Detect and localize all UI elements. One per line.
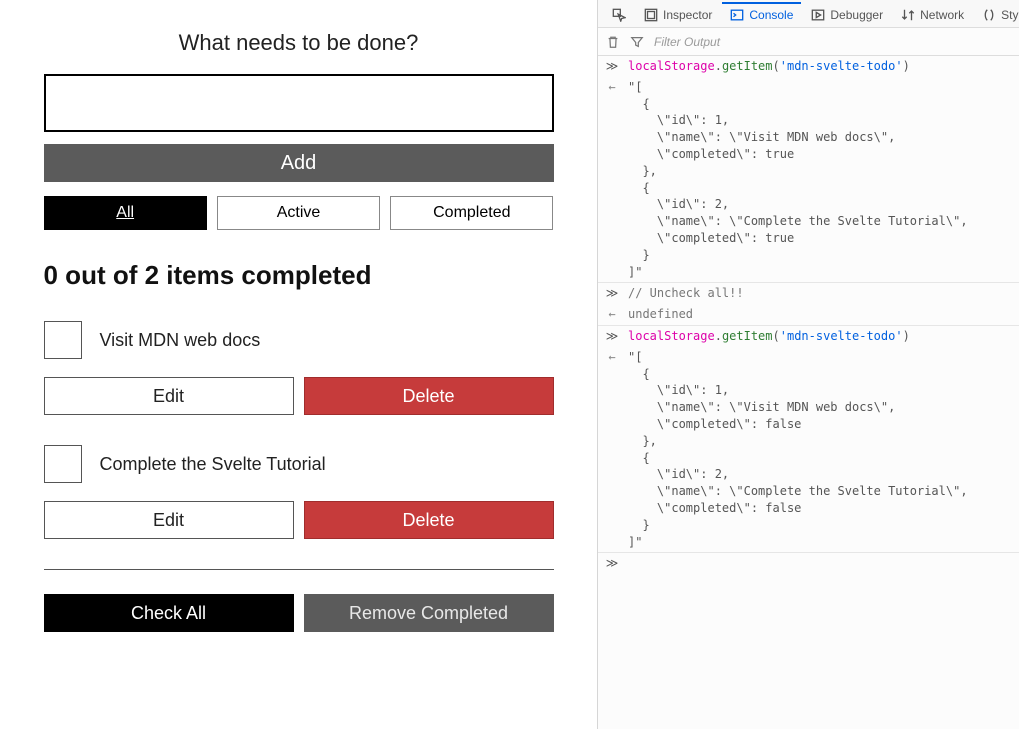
tab-console[interactable]: Console [722,2,801,26]
devtools-toolbar: Inspector Console Debugger Network Sty [598,0,1019,28]
filter-all-button[interactable]: All [44,196,207,230]
tab-label: Debugger [830,8,883,22]
console-output-row: ← "[ { \"id\": 1, \"name\": \"Visit MDN … [598,347,1019,554]
tab-label: Sty [1001,8,1018,22]
remove-completed-button[interactable]: Remove Completed [304,594,554,632]
edit-button[interactable]: Edit [44,501,294,539]
console-output: undefined [628,306,1013,323]
tab-inspector[interactable]: Inspector [636,2,720,26]
output-arrow-icon: ← [604,79,620,96]
filter-completed-button[interactable]: Completed [390,196,553,230]
filter-output-input[interactable] [654,35,1011,49]
console-input-row: ≫ localStorage.getItem('mdn-svelte-todo'… [598,56,1019,77]
console-output-row: ← "[ { \"id\": 1, \"name\": \"Visit MDN … [598,77,1019,284]
filter-bar: All Active Completed [44,196,554,230]
todo-name: Visit MDN web docs [100,330,261,351]
status-heading: 0 out of 2 items completed [44,260,554,291]
pick-element-icon[interactable] [604,2,634,26]
tab-style[interactable]: Sty [974,2,1019,26]
tab-label: Network [920,8,964,22]
todo-app-inner: What needs to be done? Add All Active Co… [44,30,554,632]
todo-checkbox[interactable] [44,321,82,359]
input-chevrons-icon: ≫ [604,285,620,302]
todo-app-pane: What needs to be done? Add All Active Co… [0,0,598,729]
check-all-button[interactable]: Check All [44,594,294,632]
console-output: "[ { \"id\": 1, \"name\": \"Visit MDN we… [628,79,1013,281]
add-button[interactable]: Add [44,144,554,182]
console-input: // Uncheck all!! [628,285,1013,302]
todo-checkbox[interactable] [44,445,82,483]
console-input: localStorage.getItem('mdn-svelte-todo') [628,58,1013,75]
delete-button[interactable]: Delete [304,501,554,539]
tab-label: Console [749,8,793,22]
console-input: localStorage.getItem('mdn-svelte-todo') [628,328,1013,345]
output-arrow-icon: ← [604,349,620,366]
tab-network[interactable]: Network [893,2,972,26]
todo-name: Complete the Svelte Tutorial [100,454,326,475]
edit-button[interactable]: Edit [44,377,294,415]
devtools-pane: Inspector Console Debugger Network Sty [598,0,1019,729]
todo-item: Complete the Svelte Tutorial Edit Delete [44,445,554,539]
new-todo-input[interactable] [44,74,554,132]
prompt-label: What needs to be done? [44,30,554,56]
input-chevrons-icon: ≫ [604,555,620,572]
clear-console-icon[interactable] [606,35,620,49]
console-input-row: ≫ // Uncheck all!! [598,283,1019,304]
input-chevrons-icon: ≫ [604,58,620,75]
console-subbar [598,28,1019,56]
delete-button[interactable]: Delete [304,377,554,415]
console-body[interactable]: ≫ localStorage.getItem('mdn-svelte-todo'… [598,56,1019,729]
todo-item: Visit MDN web docs Edit Delete [44,321,554,415]
console-output: "[ { \"id\": 1, \"name\": \"Visit MDN we… [628,349,1013,551]
console-prompt-row[interactable]: ≫ [598,553,1019,574]
console-output-row: ← undefined [598,304,1019,326]
output-arrow-icon: ← [604,306,620,323]
divider [44,569,554,570]
filter-active-button[interactable]: Active [217,196,380,230]
tab-debugger[interactable]: Debugger [803,2,891,26]
input-chevrons-icon: ≫ [604,328,620,345]
console-input-row: ≫ localStorage.getItem('mdn-svelte-todo'… [598,326,1019,347]
tab-label: Inspector [663,8,712,22]
bulk-actions: Check All Remove Completed [44,594,554,632]
filter-icon[interactable] [630,35,644,49]
todo-list: Visit MDN web docs Edit Delete Complete … [44,321,554,539]
